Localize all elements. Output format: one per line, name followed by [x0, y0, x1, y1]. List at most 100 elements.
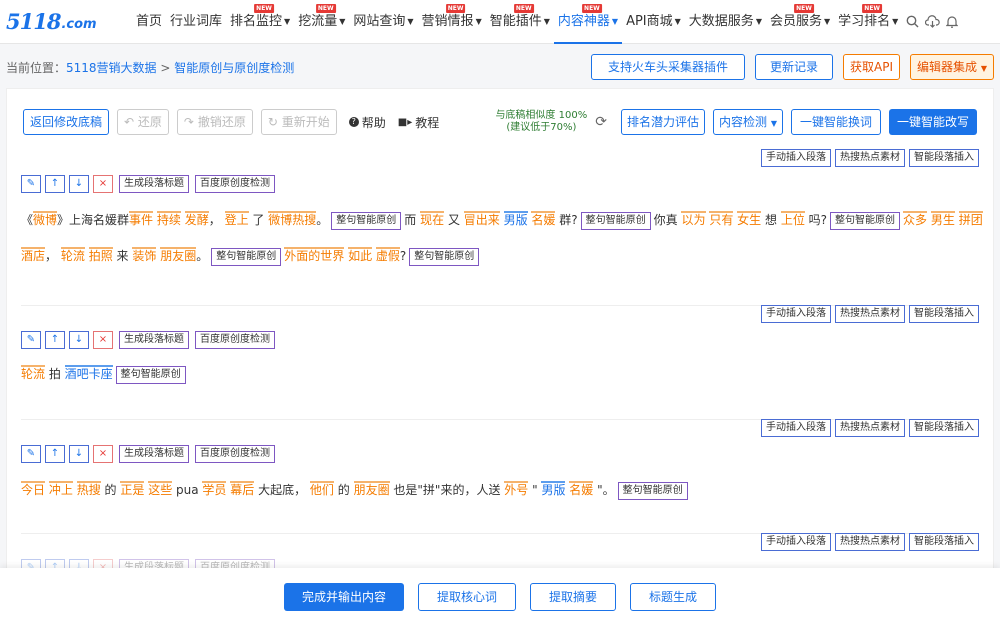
synonym-word[interactable]: 轮流 — [21, 365, 46, 381]
sentence-rewrite-button[interactable]: 整句智能原创 — [211, 247, 282, 266]
manual-insert-button[interactable]: 手动插入段落 — [761, 305, 831, 323]
close-icon[interactable]: × — [93, 331, 113, 349]
rank-potential-button[interactable]: 排名潜力评估 — [620, 109, 705, 135]
finish-output-button[interactable]: 完成并输出内容 — [283, 583, 404, 611]
nav-item[interactable]: NEW 智能插件 ▼ — [486, 0, 554, 44]
smart-insert-button[interactable]: 智能段落插入 — [909, 533, 979, 551]
get-api-button[interactable]: 获取API — [843, 54, 900, 80]
synonym-word[interactable]: 只有 — [709, 211, 734, 227]
nav-item[interactable]: NEW 会员服务 ▼ — [766, 0, 834, 44]
nav-item[interactable]: NEW 排名监控 ▼ — [226, 0, 294, 44]
generate-title-button[interactable]: 生成段落标题 — [119, 445, 189, 463]
synonym-word[interactable]: 女生 — [737, 211, 762, 227]
changelog-button[interactable]: 更新记录 — [754, 54, 833, 80]
smart-insert-button[interactable]: 智能段落插入 — [909, 305, 979, 323]
nav-item[interactable]: 行业词库 — [166, 0, 226, 44]
synonym-word[interactable]: 男版 — [541, 481, 566, 497]
arrow-up-icon[interactable]: ↑ — [45, 445, 65, 463]
sentence-rewrite-button[interactable]: 整句智能原创 — [617, 481, 688, 500]
synonym-word[interactable]: 外号 — [504, 481, 529, 497]
nav-item[interactable]: 网站查询 ▼ — [349, 0, 417, 44]
manual-insert-button[interactable]: 手动插入段落 — [761, 533, 831, 551]
synonym-word[interactable]: 他们 — [309, 481, 334, 497]
arrow-down-icon[interactable]: ↓ — [69, 175, 89, 193]
tutorial-link[interactable]: ■▸ 教程 — [398, 114, 439, 131]
back-to-draft-button[interactable]: 返回修改底稿 — [23, 109, 110, 135]
synonym-word[interactable]: 今日 — [21, 481, 46, 497]
nav-item[interactable]: NEW 学习排名 ▼ — [834, 0, 902, 44]
nav-item[interactable]: NEW 内容神器 ▼ — [553, 0, 623, 44]
breadcrumb-link-home[interactable]: 5118营销大数据 — [66, 61, 157, 75]
synonym-word[interactable]: 热搜 — [76, 481, 101, 497]
smart-replace-button[interactable]: 一键智能换词 — [790, 109, 881, 135]
synonym-word[interactable]: 现在 — [420, 211, 445, 227]
sentence-rewrite-button[interactable]: 整句智能原创 — [580, 211, 651, 230]
search-icon[interactable] — [902, 0, 922, 44]
help-link[interactable]: ? 帮助 — [348, 114, 386, 131]
redo-button[interactable]: ↷ 撤销还原 — [176, 109, 253, 135]
undo-button[interactable]: ↶ 还原 — [117, 109, 169, 135]
synonym-word[interactable]: 装饰 — [132, 247, 157, 263]
smart-insert-button[interactable]: 智能段落插入 — [909, 419, 979, 437]
nav-item[interactable]: API商城 ▼ — [622, 0, 685, 44]
generate-title-button[interactable]: 标题生成 — [630, 583, 717, 611]
smart-insert-button[interactable]: 智能段落插入 — [909, 149, 979, 167]
synonym-word[interactable]: 上位 — [780, 211, 805, 227]
arrow-down-icon[interactable]: ↓ — [69, 331, 89, 349]
editor-integration-button[interactable]: 编辑器集成 ▼ — [910, 54, 994, 80]
bell-icon[interactable] — [942, 0, 962, 44]
sentence-rewrite-button[interactable]: 整句智能原创 — [115, 365, 186, 384]
smart-rewrite-button[interactable]: 一键智能改写 — [888, 109, 977, 135]
synonym-word[interactable]: 酒吧卡座 — [64, 365, 113, 381]
synonym-word[interactable]: 这些 — [148, 481, 173, 497]
synonym-word[interactable]: 名媛 — [531, 211, 556, 227]
synonym-word[interactable]: 发酵 — [184, 211, 209, 227]
hot-material-button[interactable]: 热搜热点素材 — [835, 533, 905, 551]
extract-core-words-button[interactable]: 提取核心词 — [417, 583, 516, 611]
synonym-word[interactable]: 名媛 — [569, 481, 594, 497]
extract-summary-button[interactable]: 提取摘要 — [530, 583, 617, 611]
arrow-down-icon[interactable]: ↓ — [69, 445, 89, 463]
breadcrumb-link-current[interactable]: 智能原创与原创度检测 — [174, 61, 294, 75]
nav-item[interactable]: 大数据服务 ▼ — [685, 0, 766, 44]
synonym-word[interactable]: 学员 — [202, 481, 227, 497]
edit-icon[interactable]: ✎ — [21, 331, 41, 349]
synonym-word[interactable]: 热搜 — [292, 211, 317, 227]
synonym-word[interactable]: 登上 — [224, 211, 249, 227]
nav-item[interactable]: NEW 挖流量 ▼ — [294, 0, 349, 44]
baidu-check-button[interactable]: 百度原创度检测 — [195, 175, 275, 193]
synonym-word[interactable]: 以为 — [681, 211, 706, 227]
close-icon[interactable]: × — [93, 445, 113, 463]
synonym-word[interactable]: 如此 — [348, 247, 373, 263]
synonym-word[interactable]: 冲上 — [48, 481, 73, 497]
nav-item[interactable]: NEW 营销情报 ▼ — [418, 0, 486, 44]
synonym-word[interactable]: 微博 — [33, 211, 58, 227]
arrow-up-icon[interactable]: ↑ — [45, 331, 65, 349]
synonym-word[interactable]: 拼团 — [958, 211, 983, 227]
synonym-word[interactable]: 微博 — [268, 211, 293, 227]
edit-icon[interactable]: ✎ — [21, 445, 41, 463]
synonym-word[interactable]: 事件 — [129, 211, 154, 227]
synonym-word[interactable]: 朋友圈 — [160, 247, 197, 263]
synonym-word[interactable]: 拍照 — [88, 247, 113, 263]
sentence-rewrite-button[interactable]: 整句智能原创 — [409, 247, 480, 266]
nav-item[interactable]: 首页 — [132, 0, 166, 44]
synonym-word[interactable]: 众多 — [903, 211, 928, 227]
synonym-word[interactable]: 朋友圈 — [353, 481, 390, 497]
generate-title-button[interactable]: 生成段落标题 — [119, 331, 189, 349]
sentence-rewrite-button[interactable]: 整句智能原创 — [830, 211, 901, 230]
plugin-button[interactable]: 支持火车头采集器插件 — [590, 54, 745, 80]
synonym-word[interactable]: 男生 — [930, 211, 955, 227]
arrow-up-icon[interactable]: ↑ — [45, 175, 65, 193]
hot-material-button[interactable]: 热搜热点素材 — [835, 419, 905, 437]
hot-material-button[interactable]: 热搜热点素材 — [835, 149, 905, 167]
cloud-download-icon[interactable] — [922, 0, 942, 44]
manual-insert-button[interactable]: 手动插入段落 — [761, 149, 831, 167]
synonym-word[interactable]: 轮流 — [60, 247, 85, 263]
synonym-word[interactable]: 持续 — [156, 211, 181, 227]
manual-insert-button[interactable]: 手动插入段落 — [761, 419, 831, 437]
restart-button[interactable]: ↻ 重新开始 — [260, 109, 337, 135]
generate-title-button[interactable]: 生成段落标题 — [119, 175, 189, 193]
edit-icon[interactable]: ✎ — [21, 175, 41, 193]
baidu-check-button[interactable]: 百度原创度检测 — [195, 445, 275, 463]
